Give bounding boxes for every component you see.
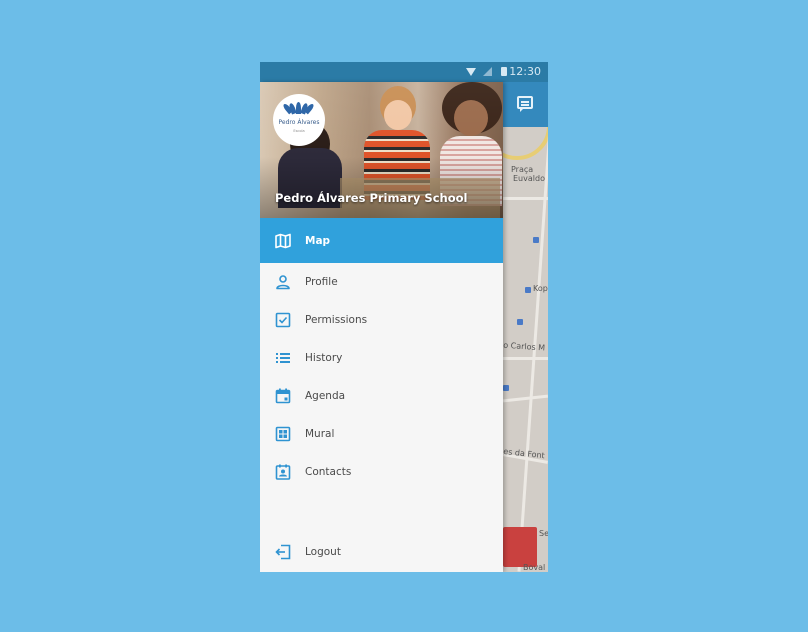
- app-bar: [503, 82, 548, 127]
- map-pin-icon: [517, 319, 523, 325]
- menu-item-label: Contacts: [305, 466, 352, 478]
- logout-button[interactable]: Logout: [260, 533, 503, 571]
- map-road: [503, 394, 548, 403]
- wifi-icon: [466, 68, 476, 76]
- map-marker-card[interactable]: [503, 527, 537, 567]
- school-name: Pedro Álvares Primary School: [275, 191, 468, 205]
- map-icon: [275, 233, 291, 248]
- menu-item-map[interactable]: Map: [260, 218, 503, 263]
- map-label: Praça: [511, 165, 534, 174]
- map-pin-icon: [525, 287, 531, 293]
- status-bar: 12:30: [260, 62, 548, 82]
- navigation-drawer: Pedro Álvares Escola Pedro Álvares Prima…: [260, 82, 503, 572]
- menu-item-mural[interactable]: Mural: [260, 415, 503, 453]
- menu-item-label: Map: [305, 234, 331, 247]
- person-icon: [276, 275, 290, 290]
- map-label: lo Carlos M: [503, 340, 546, 353]
- map-label: les da Font: [503, 446, 546, 461]
- map-label: Kop: [533, 284, 548, 293]
- signal-icon: [483, 67, 492, 76]
- contact-card-icon: [275, 464, 291, 480]
- map-road: [503, 197, 548, 200]
- phone-screen: 12:30 Praça Euvaldo L Kop lo Carlos M le…: [260, 62, 548, 572]
- menu-item-history[interactable]: History: [260, 339, 503, 377]
- menu-item-label: Profile: [305, 276, 338, 288]
- menu-item-label: Mural: [305, 428, 335, 440]
- logout-icon: [275, 544, 291, 560]
- map-road: [503, 357, 548, 360]
- map-label: Boval: [523, 563, 546, 572]
- map-pin-icon: [503, 385, 509, 391]
- logo-subtitle: Escola: [293, 129, 305, 133]
- status-time: 12:30: [509, 65, 541, 78]
- list-icon: [276, 353, 290, 363]
- menu-item-label: Permissions: [305, 314, 368, 326]
- drawer-menu: Map Profile Permissions History Agenda M…: [260, 218, 503, 491]
- dashboard-icon: [275, 426, 291, 442]
- map-label: Sei: [539, 529, 548, 538]
- lotus-icon: [282, 102, 315, 115]
- map-label: Euvaldo L: [513, 174, 548, 183]
- drawer-header: Pedro Álvares Escola Pedro Álvares Prima…: [260, 82, 503, 218]
- calendar-icon: [275, 388, 291, 404]
- map-road-highlight: [503, 127, 548, 160]
- logout-label: Logout: [305, 546, 341, 558]
- school-logo: Pedro Álvares Escola: [273, 94, 325, 146]
- chat-icon[interactable]: [517, 96, 533, 112]
- map-view[interactable]: Praça Euvaldo L Kop lo Carlos M les da F…: [503, 127, 548, 572]
- battery-icon: [501, 67, 507, 76]
- menu-item-permissions[interactable]: Permissions: [260, 301, 503, 339]
- menu-item-label: Agenda: [305, 390, 346, 402]
- checkbox-icon: [275, 312, 291, 328]
- menu-item-label: History: [305, 352, 343, 364]
- logo-name: Pedro Álvares: [278, 119, 320, 126]
- menu-item-profile[interactable]: Profile: [260, 263, 503, 301]
- menu-item-agenda[interactable]: Agenda: [260, 377, 503, 415]
- menu-item-contacts[interactable]: Contacts: [260, 453, 503, 491]
- map-pin-icon: [533, 237, 539, 243]
